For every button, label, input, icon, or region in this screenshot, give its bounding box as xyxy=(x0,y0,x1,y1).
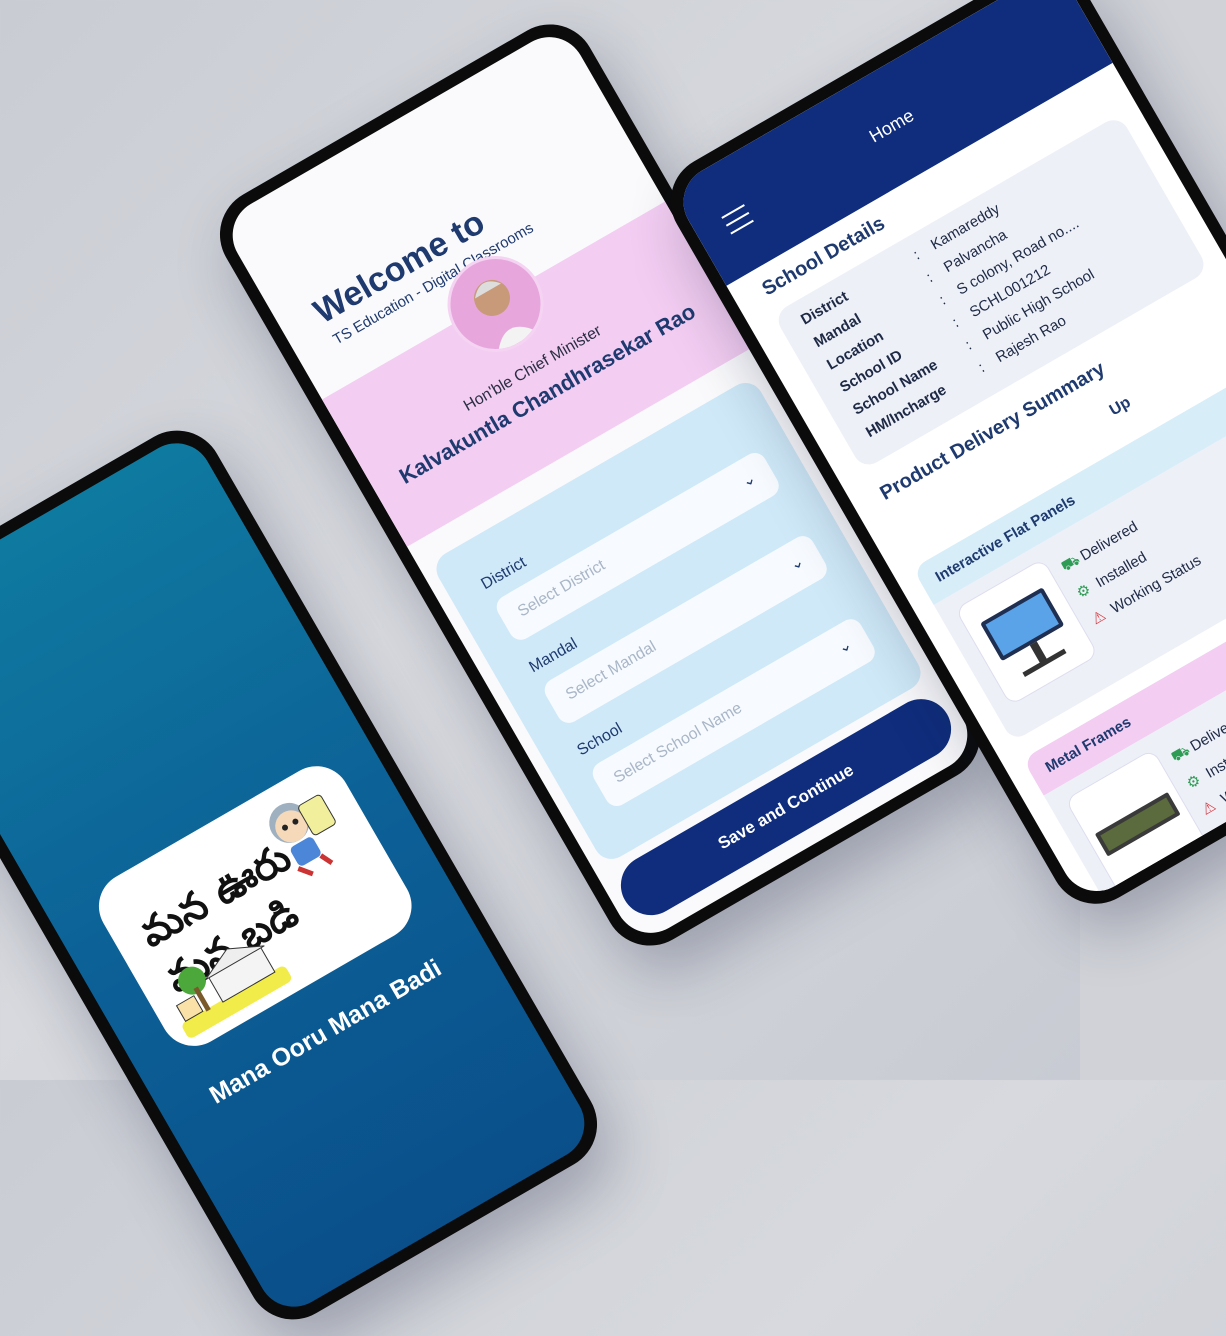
detail-colon: : xyxy=(975,359,988,377)
gear-icon: ⚙ xyxy=(1183,771,1204,793)
warning-icon: ⚠ xyxy=(1088,606,1109,629)
school-placeholder: Select School Name xyxy=(610,699,745,787)
detail-colon: : xyxy=(936,291,949,309)
detail-colon: : xyxy=(910,246,923,264)
chevron-down-icon: ⌄ xyxy=(738,469,760,492)
tab-up[interactable]: Up xyxy=(1107,394,1134,420)
detail-colon: : xyxy=(949,314,962,332)
chevron-down-icon: ⌄ xyxy=(834,635,856,658)
warning-icon: ⚠ xyxy=(1198,797,1219,819)
gear-icon: ⚙ xyxy=(1073,580,1094,603)
detail-colon: : xyxy=(923,269,936,287)
district-placeholder: Select District xyxy=(514,556,609,621)
truck-icon: ⛟ xyxy=(1168,741,1194,766)
truck-icon: ⛟ xyxy=(1058,551,1084,576)
chevron-down-icon: ⌄ xyxy=(786,552,808,575)
detail-colon: : xyxy=(962,336,975,354)
